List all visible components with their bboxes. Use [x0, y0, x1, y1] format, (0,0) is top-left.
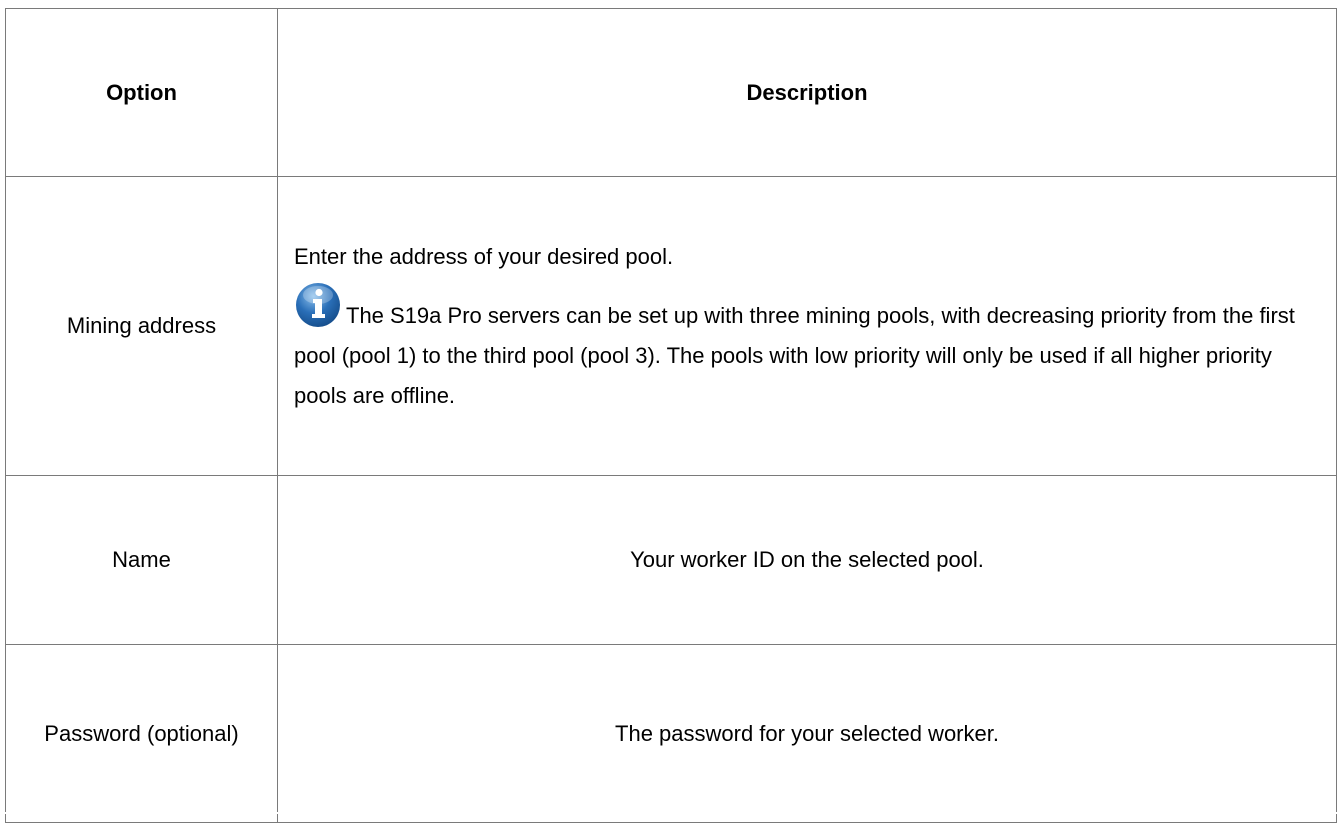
options-table: Option Description Mining address Enter …: [5, 8, 1337, 823]
description-mining-address: Enter the address of your desired pool.: [277, 176, 1337, 476]
header-description: Description: [277, 8, 1337, 177]
description-password: The password for your selected worker.: [277, 644, 1337, 823]
note-text: The S19a Pro servers can be set up with …: [294, 302, 1295, 408]
description-text: Enter the address of your desired pool.: [294, 243, 674, 269]
table-header-row: Option Description: [5, 8, 1337, 177]
info-icon: [294, 281, 342, 329]
description-name: Your worker ID on the selected pool.: [277, 475, 1337, 645]
option-mining-address: Mining address: [5, 176, 278, 476]
table-row: Mining address Enter the address of your…: [5, 176, 1337, 476]
table-row: Password (optional) The password for you…: [5, 644, 1337, 823]
info-note: The S19a Pro servers can be set up with …: [294, 281, 1324, 416]
option-name: Name: [5, 475, 278, 645]
table-row: Name Your worker ID on the selected pool…: [5, 475, 1337, 645]
option-password: Password (optional): [5, 644, 278, 823]
header-option: Option: [5, 8, 278, 177]
